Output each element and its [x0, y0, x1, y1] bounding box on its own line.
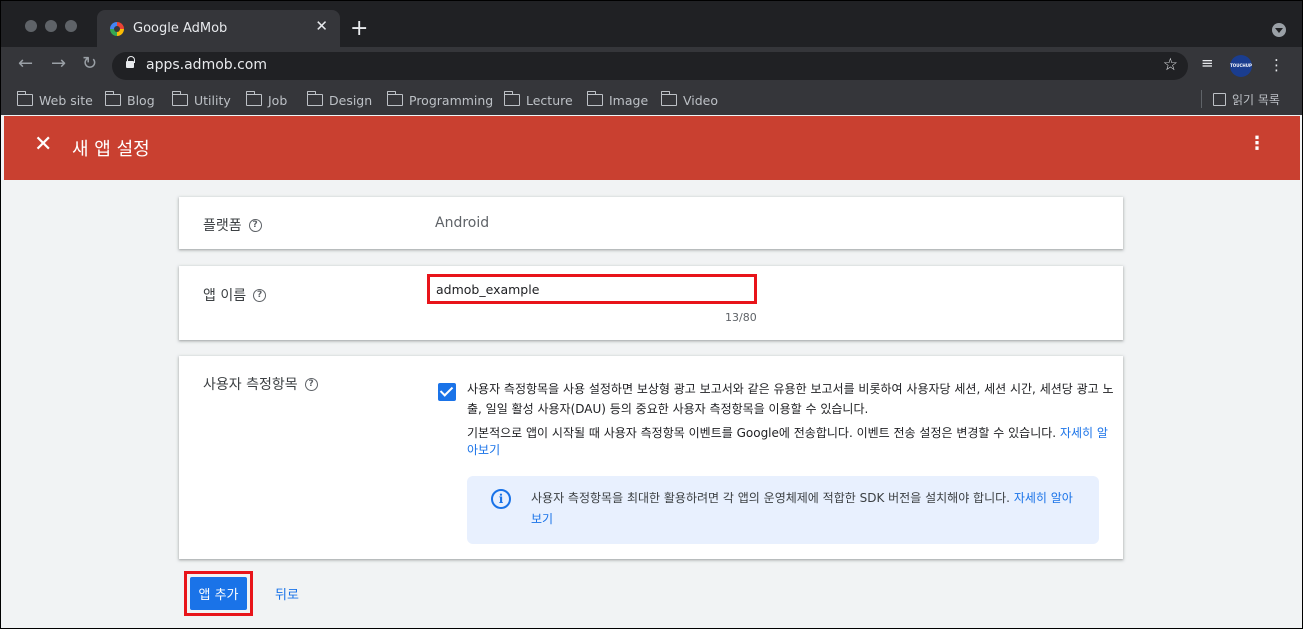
folder-icon: [660, 91, 677, 106]
folder-icon: [386, 91, 403, 106]
user-metrics-checkbox[interactable]: [438, 383, 456, 401]
reading-list-button[interactable]: 읽기 목록: [1213, 91, 1280, 108]
page-title: 새 앱 설정: [72, 139, 150, 160]
app-name-label: 앱 이름 ?: [203, 285, 267, 305]
admob-favicon-icon: [110, 22, 124, 36]
bookmark-star-icon[interactable]: ☆: [1163, 55, 1178, 75]
forward-arrow-icon[interactable]: →: [51, 55, 66, 73]
tab-strip: Google AdMob ✕ +: [1, 1, 1302, 47]
browser-menu-icon[interactable]: ⋮: [1269, 56, 1284, 74]
browser-toolbar: ← → ↻ apps.admob.com ☆ ≡ TOUCHUP ⋮: [1, 47, 1302, 85]
reading-list-icon: [1213, 93, 1226, 106]
avatar[interactable]: TOUCHUP: [1230, 55, 1252, 77]
add-app-highlight: 앱 추가: [184, 571, 253, 616]
lock-icon: [126, 56, 135, 68]
folder-icon: [503, 91, 520, 106]
app-name-input[interactable]: [430, 277, 754, 301]
browser-window: Google AdMob ✕ + ← → ↻ apps.admob.com ☆ …: [1, 1, 1302, 628]
maximize-window-dot[interactable]: [65, 20, 77, 32]
bookmarks-bar: Web site Blog Utility Job Design Program…: [1, 85, 1302, 115]
media-control-icon[interactable]: ≡: [1201, 56, 1214, 71]
platform-value: Android: [435, 215, 490, 231]
folder-icon: [586, 91, 603, 106]
tab-search-icon[interactable]: [1272, 23, 1286, 37]
bookmark-utility[interactable]: Utility: [171, 91, 231, 109]
sdk-info-text: 사용자 측정항목을 최대한 활용하려면 각 앱의 운영체제에 적합한 SDK 버…: [531, 491, 1073, 526]
address-bar[interactable]: apps.admob.com ☆: [112, 52, 1188, 80]
user-metrics-note: 기본적으로 앱이 시작될 때 사용자 측정항목 이벤트를 Google에 전송합…: [467, 426, 1108, 457]
main-content: 플랫폼 ? Android 앱 이름 ? 13/80 사용자 측정항목 ? 사용…: [4, 180, 1300, 628]
app-name-field-highlight: [427, 274, 757, 304]
user-metrics-label: 사용자 측정항목 ?: [203, 374, 318, 394]
help-icon[interactable]: ?: [248, 218, 262, 232]
info-icon: i: [491, 489, 511, 509]
folder-icon: [16, 91, 33, 106]
platform-card: 플랫폼 ? Android: [179, 197, 1123, 249]
help-icon[interactable]: ?: [304, 377, 318, 391]
bookmark-design[interactable]: Design: [306, 91, 372, 109]
back-button[interactable]: 뒤로: [275, 584, 299, 603]
folder-icon: [171, 91, 188, 106]
back-arrow-icon[interactable]: ←: [18, 55, 33, 73]
sdk-info-box: i 사용자 측정항목을 최대한 활용하려면 각 앱의 운영체제에 적합한 SDK…: [467, 476, 1099, 544]
add-app-button[interactable]: 앱 추가: [190, 577, 247, 610]
more-options-icon[interactable]: ⋮: [1248, 135, 1266, 153]
minimize-window-dot[interactable]: [45, 20, 57, 32]
bookmark-programming[interactable]: Programming: [386, 91, 493, 109]
bookmark-job[interactable]: Job: [245, 91, 287, 109]
close-tab-icon[interactable]: ✕: [315, 19, 328, 34]
close-window-dot[interactable]: [25, 20, 37, 32]
tab-title: Google AdMob: [133, 21, 228, 36]
url-text[interactable]: apps.admob.com: [146, 57, 267, 73]
bookmark-web-site[interactable]: Web site: [16, 91, 93, 109]
bookmark-video[interactable]: Video: [660, 91, 718, 109]
app-bar: ✕ 새 앱 설정 ⋮: [4, 116, 1300, 180]
bookmark-blog[interactable]: Blog: [104, 91, 155, 109]
folder-icon: [245, 91, 262, 106]
bookmarks-divider: [1201, 90, 1202, 108]
reload-icon[interactable]: ↻: [82, 55, 97, 73]
folder-icon: [104, 91, 121, 106]
char-counter: 13/80: [725, 311, 757, 324]
folder-icon: [306, 91, 323, 106]
bookmark-image[interactable]: Image: [586, 91, 648, 109]
new-tab-icon[interactable]: +: [350, 18, 368, 40]
help-icon[interactable]: ?: [253, 288, 267, 302]
user-metrics-description: 사용자 측정항목을 사용 설정하면 보상형 광고 보고서와 같은 유용한 보고서…: [467, 382, 1114, 416]
platform-label: 플랫폼 ?: [203, 215, 262, 235]
bookmark-lecture[interactable]: Lecture: [503, 91, 573, 109]
close-icon[interactable]: ✕: [34, 134, 52, 156]
user-metrics-card: 사용자 측정항목 ? 사용자 측정항목을 사용 설정하면 보상형 광고 보고서와…: [179, 356, 1123, 559]
browser-tab[interactable]: Google AdMob ✕: [97, 10, 340, 47]
app-name-card: 앱 이름 ? 13/80: [179, 266, 1123, 340]
